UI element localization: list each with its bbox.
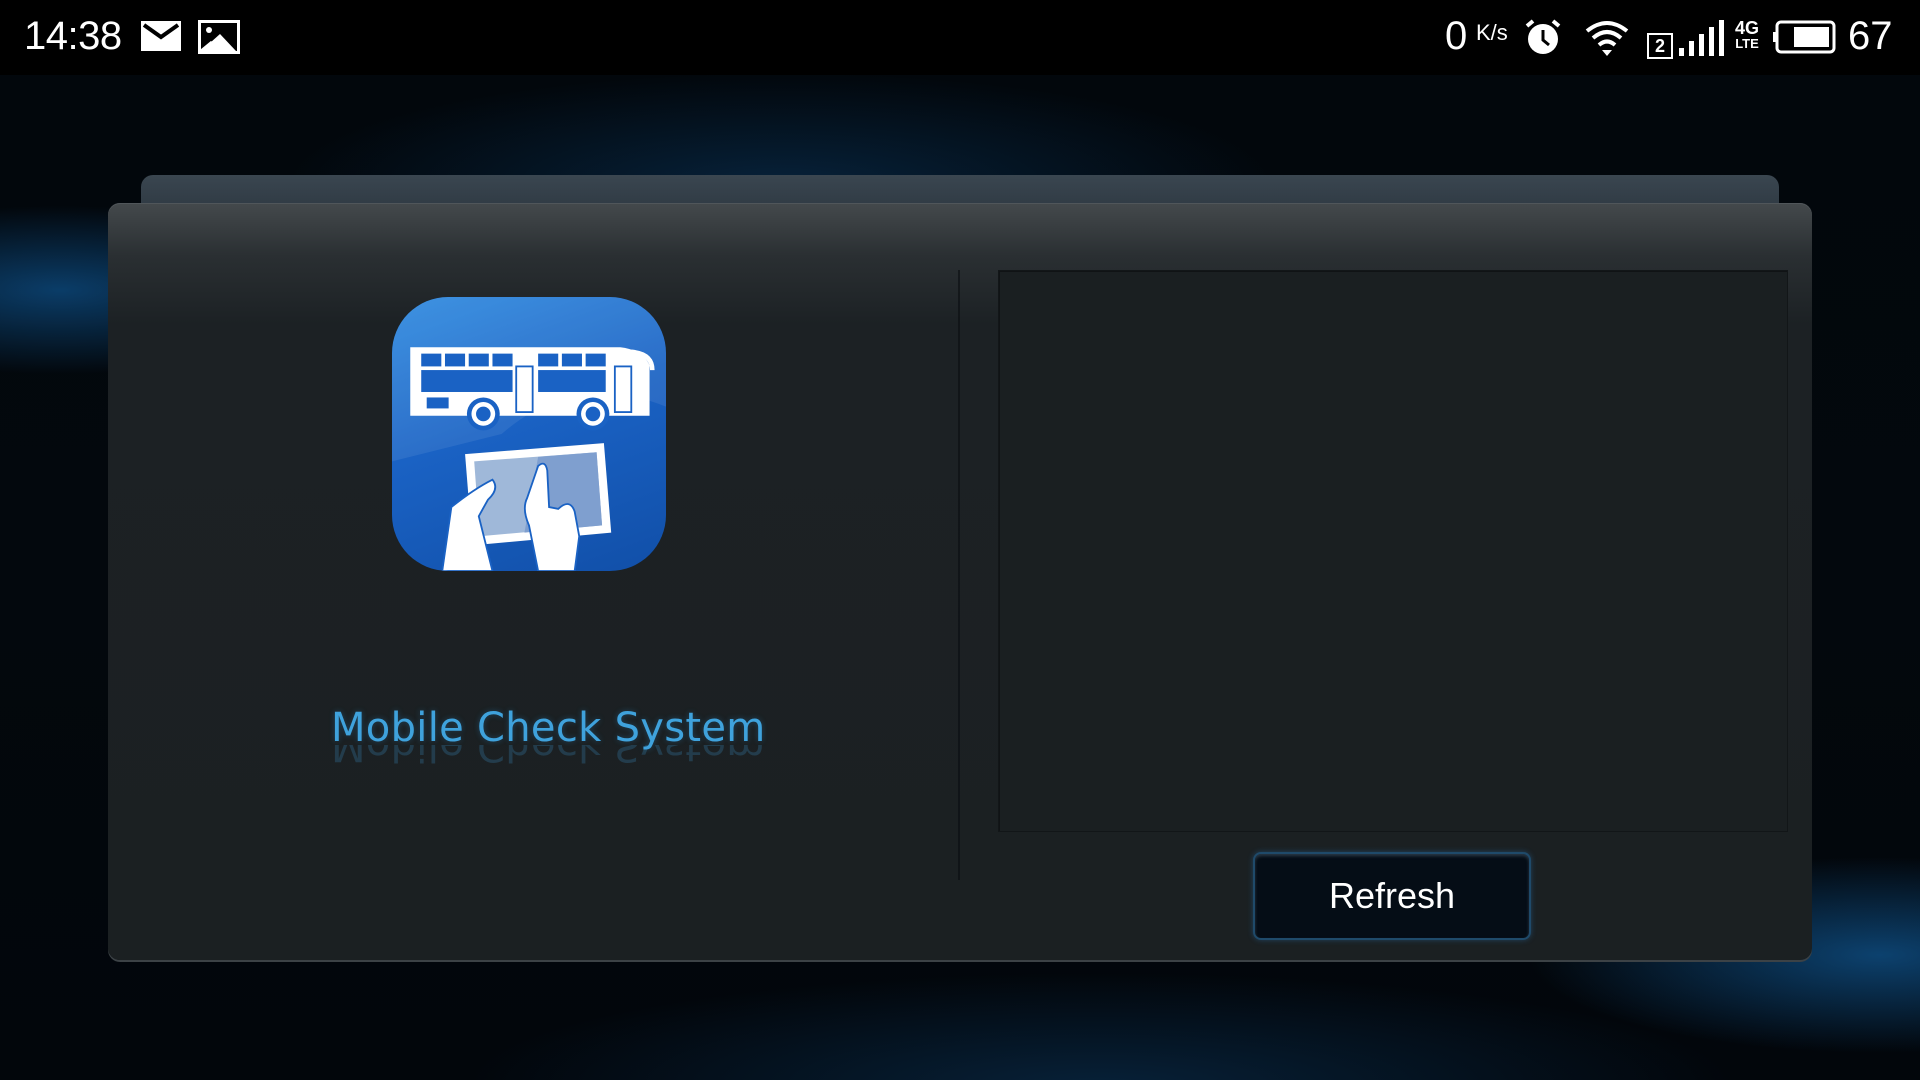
network-type-top: 4G bbox=[1735, 18, 1760, 38]
image-icon bbox=[198, 20, 240, 59]
network-type-bottom: LTE bbox=[1735, 36, 1759, 51]
network-type-icon: 4G LTE bbox=[1735, 18, 1760, 52]
content-display-area bbox=[998, 270, 1788, 832]
battery-icon bbox=[1770, 20, 1836, 59]
panel-divider bbox=[958, 270, 960, 880]
bus-tablet-app-icon bbox=[392, 297, 666, 571]
sim-slot-icon: 2 bbox=[1647, 33, 1673, 59]
mail-icon bbox=[140, 20, 182, 57]
battery-percent: 67 bbox=[1848, 14, 1893, 58]
net-speed-value: 0 bbox=[1445, 14, 1468, 58]
alarm-icon bbox=[1524, 18, 1562, 61]
app-title-reflection: Mobile Check System bbox=[331, 745, 766, 769]
signal-icon bbox=[1679, 20, 1725, 61]
status-time: 14:38 bbox=[24, 14, 122, 58]
net-speed-unit: K/s bbox=[1476, 20, 1508, 45]
refresh-button[interactable]: Refresh bbox=[1253, 852, 1531, 940]
wifi-icon bbox=[1584, 18, 1630, 63]
status-bar: 14:38 0 K/s 2 4G LTE 67 bbox=[0, 0, 1920, 75]
